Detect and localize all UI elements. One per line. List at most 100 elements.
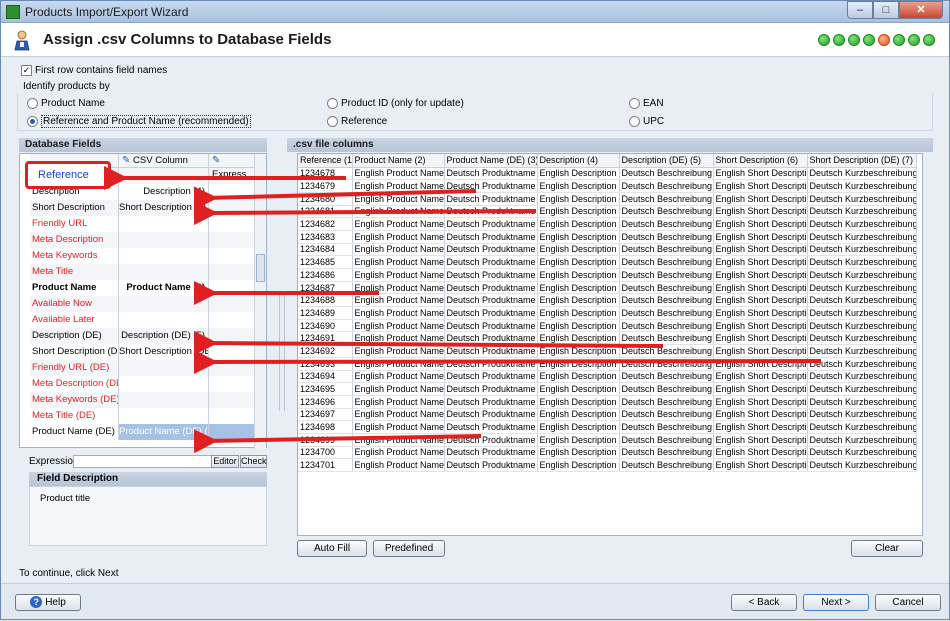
csv-cell[interactable]: Deutsch Produktname 20 [444, 408, 538, 422]
csv-cell[interactable]: 1234701 [298, 458, 353, 472]
csv-cell[interactable]: English Short Description 6 [713, 230, 808, 244]
csv-cell[interactable]: English Product Name 9 [352, 268, 445, 282]
csv-cell[interactable]: English Product Name 15 [352, 344, 445, 358]
db-expression-cell[interactable] [208, 360, 254, 376]
radio-dot[interactable] [327, 116, 338, 127]
csv-cell[interactable]: Deutsch Beschreibung 1 [619, 167, 714, 181]
csv-column-header[interactable]: Product Name (2) [352, 154, 445, 168]
csv-cell[interactable]: English Short Description 11 [713, 293, 808, 308]
csv-cell[interactable]: Deutsch Beschreibung 17 [619, 370, 714, 384]
db-expression-cell[interactable] [208, 232, 254, 248]
csv-cell[interactable]: Deutsch Produktname 16 [444, 357, 538, 371]
csv-cell[interactable]: Deutsch Produktname 15 [444, 344, 538, 358]
db-csv-column-cell[interactable] [118, 264, 208, 280]
db-field-row[interactable]: Short Description (DE) Short Description … [30, 344, 264, 360]
csv-cell[interactable]: English Short Description 18 [713, 382, 808, 396]
csv-cell[interactable]: Deutsch Kurzbeschreibung 11 [807, 293, 917, 308]
csv-cell[interactable]: Deutsch Beschreibung 14 [619, 331, 714, 346]
db-expression-cell[interactable] [208, 168, 254, 184]
csv-cell[interactable]: English Short Description 22 [713, 433, 808, 447]
csv-cell[interactable]: 1234700 [298, 446, 353, 460]
csv-cell[interactable]: English Description 9 [537, 268, 620, 282]
check-button[interactable]: Check [240, 455, 267, 468]
editor-button[interactable]: Editor [211, 455, 239, 468]
db-expression-cell[interactable] [208, 200, 254, 216]
db-expression-cell[interactable] [208, 312, 254, 328]
csv-cell[interactable]: Deutsch Produktname 13 [444, 319, 538, 333]
csv-cell[interactable]: English Product Name 4 [352, 205, 445, 219]
radio-reference[interactable]: Reference [327, 116, 387, 127]
csv-cell[interactable]: Deutsch Beschreibung 9 [619, 268, 714, 282]
db-field-row[interactable]: Meta Keywords (DE) [30, 392, 264, 408]
csv-cell[interactable]: Deutsch Kurzbeschreibung 3 [807, 192, 917, 206]
csv-cell[interactable]: English Description 6 [537, 230, 620, 244]
csv-cell[interactable]: Deutsch Beschreibung 13 [619, 319, 714, 333]
csv-cell[interactable]: Deutsch Kurzbeschreibung 4 [807, 205, 917, 219]
csv-cell[interactable]: English Short Description 4 [713, 205, 808, 219]
db-csv-column-cell[interactable]: Product Name (2) [118, 280, 208, 296]
csv-cell[interactable]: English Product Name 12 [352, 306, 445, 320]
db-csv-column-cell[interactable] [118, 360, 208, 376]
radio-dot[interactable] [27, 116, 38, 127]
csv-cell[interactable]: English Description 2 [537, 179, 620, 193]
csv-cell[interactable]: Deutsch Produktname 3 [444, 192, 538, 206]
csv-cell[interactable]: English Description 18 [537, 382, 620, 396]
csv-cell[interactable]: English Product Name 11 [352, 293, 445, 308]
db-csv-column-cell[interactable] [118, 248, 208, 264]
db-expression-cell[interactable] [208, 328, 254, 344]
csv-cell[interactable]: English Product Name 7 [352, 243, 445, 257]
csv-cell[interactable]: Deutsch Kurzbeschreibung 14 [807, 331, 917, 346]
csv-cell[interactable]: English Description 19 [537, 395, 620, 409]
csv-cell[interactable]: English Product Name 10 [352, 281, 445, 295]
csv-cell[interactable]: English Short Description 7 [713, 243, 808, 257]
csv-cell[interactable]: Deutsch Beschreibung 23 [619, 446, 714, 460]
csv-cell[interactable]: Deutsch Kurzbeschreibung 18 [807, 382, 917, 396]
csv-cell[interactable]: 1234692 [298, 344, 353, 358]
csv-cell[interactable]: Deutsch Beschreibung 8 [619, 255, 714, 269]
csv-cell[interactable]: English Short Description 21 [713, 420, 808, 434]
csv-cell[interactable]: English Description 11 [537, 293, 620, 308]
csv-cell[interactable]: English Description 23 [537, 446, 620, 460]
csv-cell[interactable]: 1234686 [298, 268, 353, 282]
db-field-row[interactable]: Short Description Short Description (6) [30, 200, 264, 216]
db-field-row[interactable]: Friendly URL (DE) [30, 360, 264, 376]
db-csv-column-cell[interactable]: Description (DE) (5) [118, 328, 208, 344]
db-field-row[interactable]: Meta Keywords [30, 248, 264, 264]
csv-cell[interactable]: Deutsch Produktname 18 [444, 382, 538, 396]
csv-cell[interactable]: Deutsch Kurzbeschreibung 2 [807, 179, 917, 193]
csv-cell[interactable]: Deutsch Kurzbeschreibung 12 [807, 306, 917, 320]
next-button[interactable]: Next > [803, 594, 869, 611]
radio-upc[interactable]: UPC [629, 116, 664, 127]
csv-cell[interactable]: 1234698 [298, 420, 353, 434]
radio-product-id[interactable]: Product ID (only for update) [327, 98, 464, 109]
csv-cell[interactable]: Deutsch Produktname 4 [444, 205, 538, 219]
csv-cell[interactable]: Deutsch Beschreibung 12 [619, 306, 714, 320]
csv-cell[interactable]: English Short Description 23 [713, 446, 808, 460]
db-csv-column-cell[interactable]: Description (4) [118, 184, 208, 200]
db-field-row[interactable]: Meta Description (DE) [30, 376, 264, 392]
csv-cell[interactable]: English Description 4 [537, 205, 620, 219]
db-csv-column-cell[interactable] [118, 232, 208, 248]
csv-cell[interactable]: English Description 22 [537, 433, 620, 447]
radio-ean[interactable]: EAN [629, 98, 664, 109]
csv-cell[interactable]: English Description 1 [537, 167, 620, 181]
radio-product-name[interactable]: Product Name [27, 98, 105, 109]
csv-cell[interactable]: English Product Name 2 [352, 179, 445, 193]
csv-cell[interactable]: Deutsch Beschreibung 7 [619, 243, 714, 257]
radio-dot[interactable] [629, 116, 640, 127]
csv-cell[interactable]: Deutsch Beschreibung 18 [619, 382, 714, 396]
db-csv-column-cell[interactable] [118, 312, 208, 328]
db-col-csv[interactable]: ✎ CSV Column [118, 154, 208, 167]
csv-cell[interactable]: 1234695 [298, 382, 353, 396]
db-field-row[interactable]: Product Name (DE) Product Name (DE) (3) [30, 424, 264, 440]
csv-cell[interactable]: Deutsch Kurzbeschreibung 9 [807, 268, 917, 282]
radio-dot[interactable] [629, 98, 640, 109]
csv-cell[interactable]: English Description 13 [537, 319, 620, 333]
csv-column-header[interactable]: Reference (1) [298, 154, 353, 168]
csv-cell[interactable]: Deutsch Produktname 6 [444, 230, 538, 244]
csv-cell[interactable]: English Short Description 9 [713, 268, 808, 282]
csv-cell[interactable]: Deutsch Kurzbeschreibung 10 [807, 281, 917, 295]
csv-cell[interactable]: English Short Description 10 [713, 281, 808, 295]
csv-cell[interactable]: Deutsch Kurzbeschreibung 1 [807, 167, 917, 181]
csv-cell[interactable]: English Short Description 1 [713, 167, 808, 181]
